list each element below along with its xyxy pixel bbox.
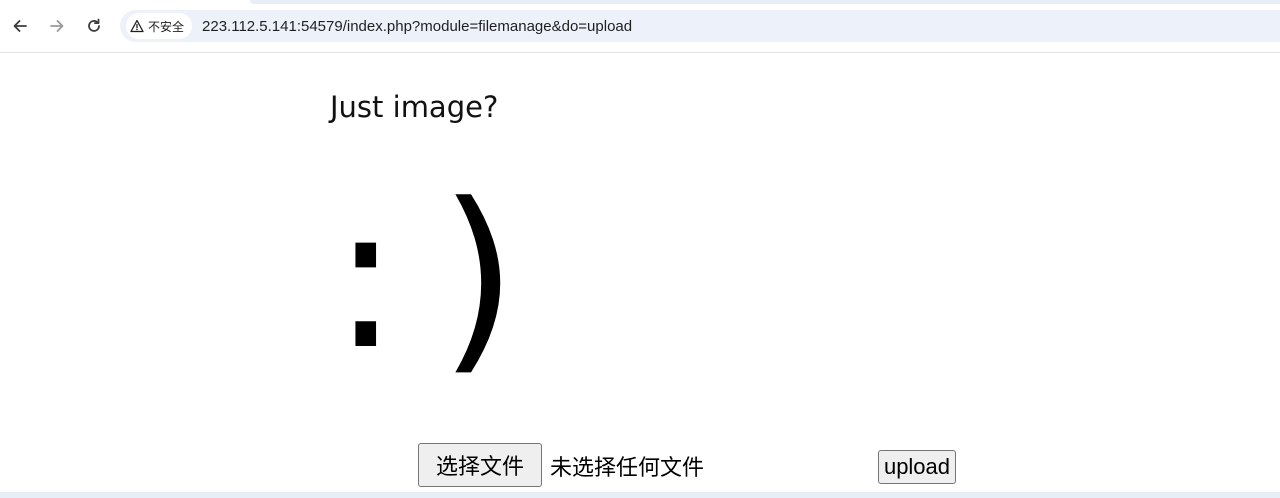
browser-toolbar: 不安全 223.112.5.141:54579/index.php?module… (0, 0, 1280, 53)
bottom-edge (0, 492, 1280, 498)
security-indicator[interactable]: 不安全 (126, 13, 193, 39)
back-button[interactable] (6, 12, 34, 40)
page-title: Just image? (330, 90, 499, 124)
address-bar[interactable]: 不安全 223.112.5.141:54579/index.php?module… (120, 10, 1280, 42)
warning-triangle-icon (130, 19, 144, 33)
upload-form: 选择文件 未选择任何文件 upload (0, 440, 1280, 490)
arrow-left-icon (13, 20, 27, 32)
security-label: 不安全 (148, 19, 185, 34)
smiley-emoticon: :) (332, 161, 558, 394)
reload-icon (88, 18, 100, 32)
forward-button[interactable] (43, 12, 71, 40)
no-file-selected-text: 未选择任何文件 (550, 456, 705, 481)
choose-file-button[interactable]: 选择文件 (418, 443, 542, 487)
url-text[interactable]: 223.112.5.141:54579/index.php?module=fil… (202, 18, 632, 35)
upload-button[interactable]: upload (878, 450, 956, 484)
tab-strip-edge (250, 0, 1280, 4)
arrow-right-icon (50, 20, 64, 32)
reload-button[interactable] (80, 12, 108, 40)
